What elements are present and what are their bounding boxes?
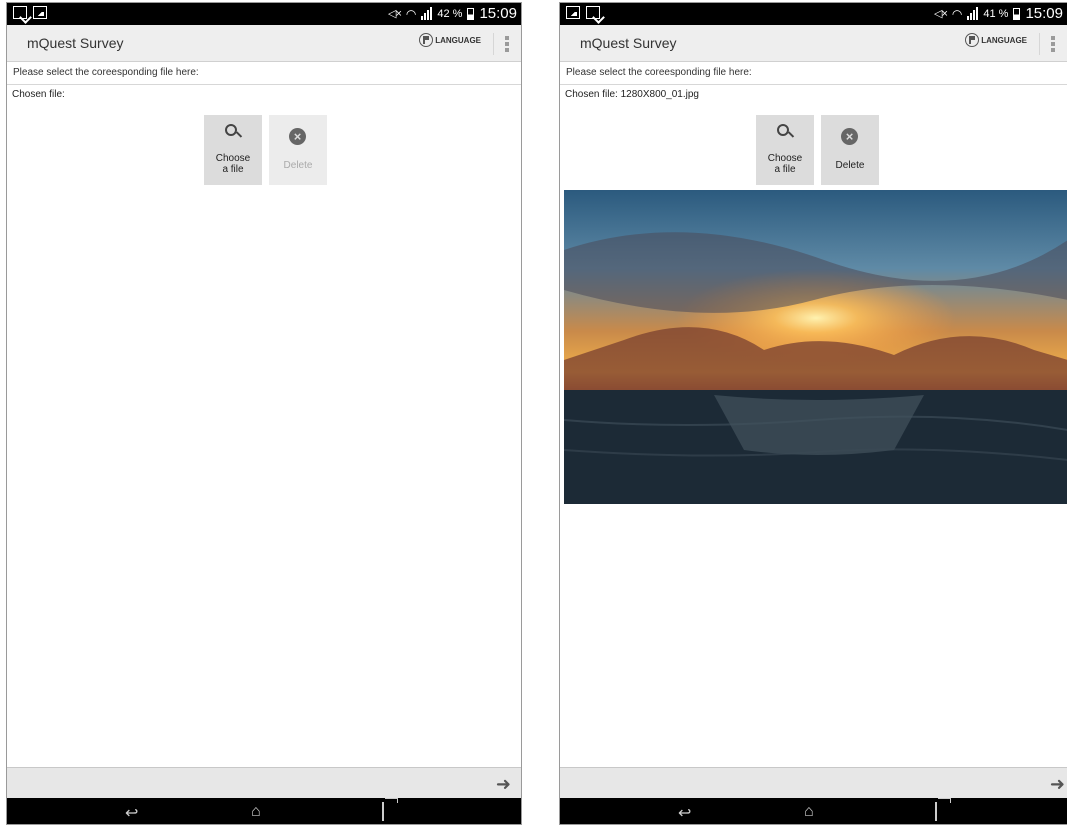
language-button[interactable]: LANGUAGE xyxy=(965,33,1027,47)
delete-circle-icon: × xyxy=(289,128,306,145)
nav-back-icon[interactable]: ↩ xyxy=(125,803,138,823)
delete-button-label: Delete xyxy=(283,160,313,171)
status-bar: ◁× ◠ 42 % 15:09 xyxy=(7,3,521,25)
flag-icon xyxy=(965,33,980,47)
battery-percent: 41 % xyxy=(983,7,1009,20)
tablet-screen-before: ◁× ◠ 42 % 15:09 mQuest Survey LANGUAGE P… xyxy=(6,2,522,825)
chosen-file-label: Chosen file: xyxy=(12,89,65,100)
mute-icon: ◁× xyxy=(388,8,402,20)
nav-recent-apps-icon[interactable] xyxy=(935,802,937,821)
next-arrow-icon[interactable]: ➜ xyxy=(496,774,511,795)
battery-icon xyxy=(1013,7,1021,20)
battery-icon xyxy=(467,7,475,20)
toolbar-divider xyxy=(1039,33,1040,55)
search-icon xyxy=(777,124,789,136)
status-time: 15:09 xyxy=(1025,5,1063,22)
next-arrow-icon[interactable]: ➜ xyxy=(1050,774,1065,795)
survey-navigation-bar: ➜ xyxy=(7,767,521,798)
question-prompt: Please select the coreesponding file her… xyxy=(7,62,521,85)
chosen-image-preview xyxy=(564,190,1067,504)
action-bar: mQuest Survey LANGUAGE xyxy=(560,25,1067,62)
delete-button-label: Delete xyxy=(835,160,865,171)
choose-button-line1: Choose xyxy=(215,153,251,164)
search-icon xyxy=(225,124,237,136)
signal-icon xyxy=(967,7,979,20)
app-title: mQuest Survey xyxy=(580,35,677,51)
nav-recent-apps-icon[interactable] xyxy=(382,802,384,821)
choose-button-line2: a file xyxy=(774,164,796,175)
nav-back-icon[interactable]: ↩ xyxy=(678,803,691,823)
flag-icon xyxy=(419,33,434,47)
chosen-file-label: Chosen file: 1280X800_01.jpg xyxy=(565,89,699,100)
language-label: LANGUAGE xyxy=(435,35,481,45)
wifi-icon: ◠ xyxy=(405,6,417,21)
image-notification-icon xyxy=(566,6,580,19)
system-nav-bar: ↩ ⌂ xyxy=(560,798,1067,824)
overflow-menu-icon[interactable] xyxy=(505,36,509,52)
wifi-icon: ◠ xyxy=(951,6,963,21)
delete-button[interactable]: × Delete xyxy=(821,115,879,185)
mute-icon: ◁× xyxy=(934,8,948,20)
language-button[interactable]: LANGUAGE xyxy=(419,33,481,47)
app-title: mQuest Survey xyxy=(27,35,124,51)
action-bar: mQuest Survey LANGUAGE xyxy=(7,25,521,62)
battery-percent: 42 % xyxy=(437,7,463,20)
delete-circle-icon: × xyxy=(841,128,858,145)
overflow-menu-icon[interactable] xyxy=(1051,36,1055,52)
choose-button-line1: Choose xyxy=(767,153,803,164)
question-prompt: Please select the coreesponding file her… xyxy=(560,62,1067,85)
document-notification-icon xyxy=(586,6,600,19)
choose-file-button[interactable]: Choose a file xyxy=(204,115,262,185)
nav-home-icon[interactable]: ⌂ xyxy=(251,803,261,821)
choose-button-line2: a file xyxy=(222,164,244,175)
image-notification-icon xyxy=(33,6,47,19)
toolbar-divider xyxy=(493,33,494,55)
delete-button[interactable]: × Delete xyxy=(269,115,327,185)
status-bar: ◁× ◠ 41 % 15:09 xyxy=(560,3,1067,25)
status-time: 15:09 xyxy=(479,5,517,22)
nav-home-icon[interactable]: ⌂ xyxy=(804,803,814,821)
choose-file-button[interactable]: Choose a file xyxy=(756,115,814,185)
system-nav-bar: ↩ ⌂ xyxy=(7,798,521,824)
language-label: LANGUAGE xyxy=(981,35,1027,45)
survey-navigation-bar: ➜ xyxy=(560,767,1067,798)
tablet-screen-after: ◁× ◠ 41 % 15:09 mQuest Survey LANGUAGE P… xyxy=(559,2,1067,825)
signal-icon xyxy=(421,7,433,20)
document-notification-icon xyxy=(13,6,27,19)
